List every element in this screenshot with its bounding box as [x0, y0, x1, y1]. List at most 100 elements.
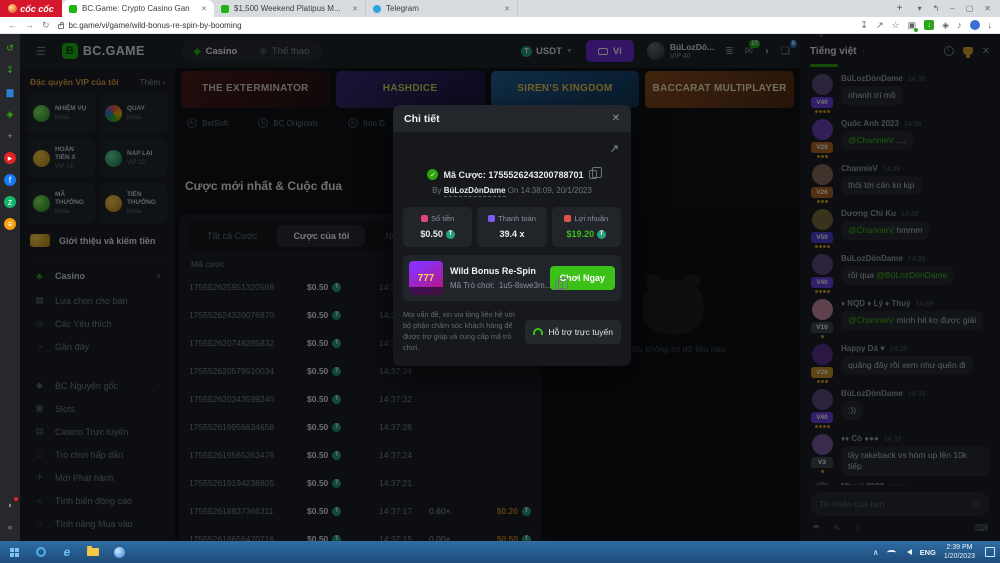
browser-toolbar: ← → ↻ bc.game/vi/game/wild-bonus-re-spin-b… — [0, 17, 1000, 34]
stat-cell: Số tiền $0.50T — [403, 207, 472, 247]
downloads-tray-icon[interactable]: ↓ — [988, 20, 993, 30]
stat-icon — [421, 215, 428, 222]
stat-value: $19.20T — [567, 229, 607, 239]
reload-icon[interactable]: ↻ — [42, 20, 50, 31]
promo-favicon-icon — [221, 5, 229, 13]
stat-label: Thanh toán — [488, 214, 536, 223]
volume-icon[interactable] — [904, 549, 912, 555]
modal-title: Chi tiết — [404, 113, 440, 125]
game-thumbnail[interactable]: 777 — [409, 261, 443, 295]
bet-meta: By BúLozDònDame On 14:38:09, 20/1/2023 — [403, 186, 621, 195]
share-icon[interactable]: ↗ — [610, 142, 619, 155]
game-title: Wild Bonus Re-Spin — [450, 266, 543, 276]
profile-icon[interactable] — [970, 20, 980, 30]
support-note: Mọi vấn đề, xin vui lòng liên hệ với bộ … — [403, 310, 517, 354]
bell-icon[interactable]: ◗ — [4, 499, 16, 511]
stat-label: Lợi nhuận — [564, 214, 608, 223]
bookmark-star-icon[interactable]: ☆ — [891, 20, 899, 31]
tab-title: $1,500 Weekend Platipus M... — [234, 4, 347, 13]
edge-icon[interactable]: e — [54, 541, 80, 563]
notification-center-icon[interactable] — [985, 547, 995, 557]
copy-icon[interactable] — [589, 170, 597, 179]
media-icon[interactable]: ♪ — [957, 20, 962, 30]
url-text: bc.game/vi/game/wild-bonus-re-spin-by-bo… — [69, 21, 242, 30]
browser-tab[interactable]: BC.Game: Crypto Casino Gan ✕ — [62, 0, 214, 17]
notification-dot — [14, 497, 18, 501]
download-icon[interactable]: ↧ — [4, 64, 16, 76]
network-icon[interactable] — [887, 550, 896, 555]
language-indicator[interactable]: ENG — [920, 548, 936, 557]
tab-strip: cốc cốc BC.Game: Crypto Casino Gan✕$1,50… — [0, 0, 1000, 17]
search-app-icon[interactable] — [28, 541, 54, 563]
check-icon: ✓ — [427, 169, 438, 180]
promo-icon[interactable]: ◈ — [4, 108, 16, 120]
badge-dot — [914, 28, 918, 32]
taskbar-date: 1/20/2023 — [944, 552, 975, 561]
adblock-icon[interactable]: ▣ — [908, 20, 917, 31]
bet-details-modal: Chi tiết ✕ ↗ ✓ Mã Cược: 1755526243200788… — [393, 105, 631, 366]
tether-icon: T — [446, 230, 455, 239]
coccoc-download-icon[interactable]: ↓ — [924, 20, 934, 30]
tray-chevron-icon[interactable]: ∧ — [873, 548, 879, 557]
stat-value: $0.50T — [420, 229, 455, 239]
stats-icon[interactable]: ▆ — [4, 86, 16, 98]
browser-chrome: cốc cốc BC.Game: Crypto Casino Gan✕$1,50… — [0, 0, 1000, 34]
stat-icon — [564, 215, 571, 222]
forward-icon[interactable]: → — [25, 20, 34, 31]
coccoc-app-icon[interactable] — [106, 541, 132, 563]
brand-text: cốc cốc — [20, 4, 54, 14]
extensions-icon[interactable]: ◈ — [942, 20, 949, 31]
stat-cell: Lợi nhuận $19.20T — [552, 207, 621, 247]
game-code: 1u5-8swe3m... — [499, 281, 551, 290]
tab-search-icon[interactable]: ▾ — [918, 4, 922, 13]
windows-taskbar: e ∧ ENG 2:39 PM 1/20/2023 — [0, 541, 1000, 563]
youtube-icon[interactable]: ▸ — [4, 152, 16, 164]
new-tab-button[interactable]: + — [891, 0, 909, 17]
player-name[interactable]: BúLozDònDame — [444, 186, 506, 197]
taskbar-time: 2:39 PM — [944, 543, 975, 552]
add-icon[interactable]: + — [4, 130, 16, 142]
save-page-icon[interactable]: ↧ — [860, 20, 868, 31]
collapse-icon[interactable]: « — [4, 521, 16, 533]
close-button[interactable]: ✕ — [984, 4, 991, 13]
stat-value: 39.4 x — [499, 229, 524, 239]
history-icon[interactable]: ↺ — [4, 42, 16, 54]
maximize-button[interactable]: ▢ — [966, 4, 974, 13]
modal-close-icon[interactable]: ✕ — [612, 113, 620, 124]
coccoc-logo-icon — [8, 4, 17, 13]
zalo-icon[interactable]: z — [4, 196, 16, 208]
browser-tab[interactable]: Telegram ✕ — [366, 0, 518, 17]
back-icon[interactable]: ← — [8, 20, 17, 31]
tab-close-icon[interactable]: ✕ — [504, 5, 510, 13]
copy-icon[interactable] — [555, 281, 563, 290]
live-support-button[interactable]: Hỗ trợ trực tuyến — [525, 320, 621, 344]
stat-icon — [488, 215, 495, 222]
tab-close-icon[interactable]: ✕ — [352, 5, 358, 13]
clock[interactable]: 2:39 PM 1/20/2023 — [944, 543, 975, 562]
bet-datetime: 14:38:09, 20/1/2023 — [521, 186, 592, 195]
page-viewport: ↺↧▆◈+▸fz≡◗« ☰ B BC.GAME ◆ Casino ⊕ Thể t… — [0, 34, 1000, 541]
bc-game-favicon-icon — [69, 5, 77, 13]
minimize-button[interactable]: – — [950, 4, 954, 13]
telegram-favicon-icon — [373, 5, 381, 13]
coccoc-brand[interactable]: cốc cốc — [0, 0, 62, 17]
game-row: 777 Wild Bonus Re-Spin Mã Trò chơi: 1u5-… — [403, 255, 621, 301]
tab-title: Telegram — [386, 4, 499, 13]
cart-icon[interactable]: ≡ — [4, 218, 16, 230]
game-code-label: Mã Trò chơi: — [450, 281, 495, 290]
share-icon[interactable]: ↗ — [876, 20, 884, 31]
url-bar[interactable]: bc.game/vi/game/wild-bonus-re-spin-by-bo… — [58, 21, 853, 30]
recent-tabs-icon[interactable]: ↰ — [933, 4, 940, 13]
tether-icon: T — [597, 230, 606, 239]
browser-tab[interactable]: $1,500 Weekend Platipus M... ✕ — [214, 0, 366, 17]
stat-cell: Thanh toán 39.4 x — [477, 207, 546, 247]
file-explorer-icon[interactable] — [80, 541, 106, 563]
stat-label: Số tiền — [421, 214, 454, 223]
facebook-icon[interactable]: f — [4, 174, 16, 186]
start-button[interactable] — [0, 541, 28, 563]
tab-title: BC.Game: Crypto Casino Gan — [82, 4, 196, 13]
lock-icon — [58, 24, 64, 29]
bet-id: Mã Cược: 1755526243200788701 — [443, 170, 583, 180]
tab-close-icon[interactable]: ✕ — [201, 5, 207, 13]
coccoc-side-rail: ↺ ↧ ▆ ◈ + ▸ fz ≡ ◗ « — [0, 34, 20, 541]
